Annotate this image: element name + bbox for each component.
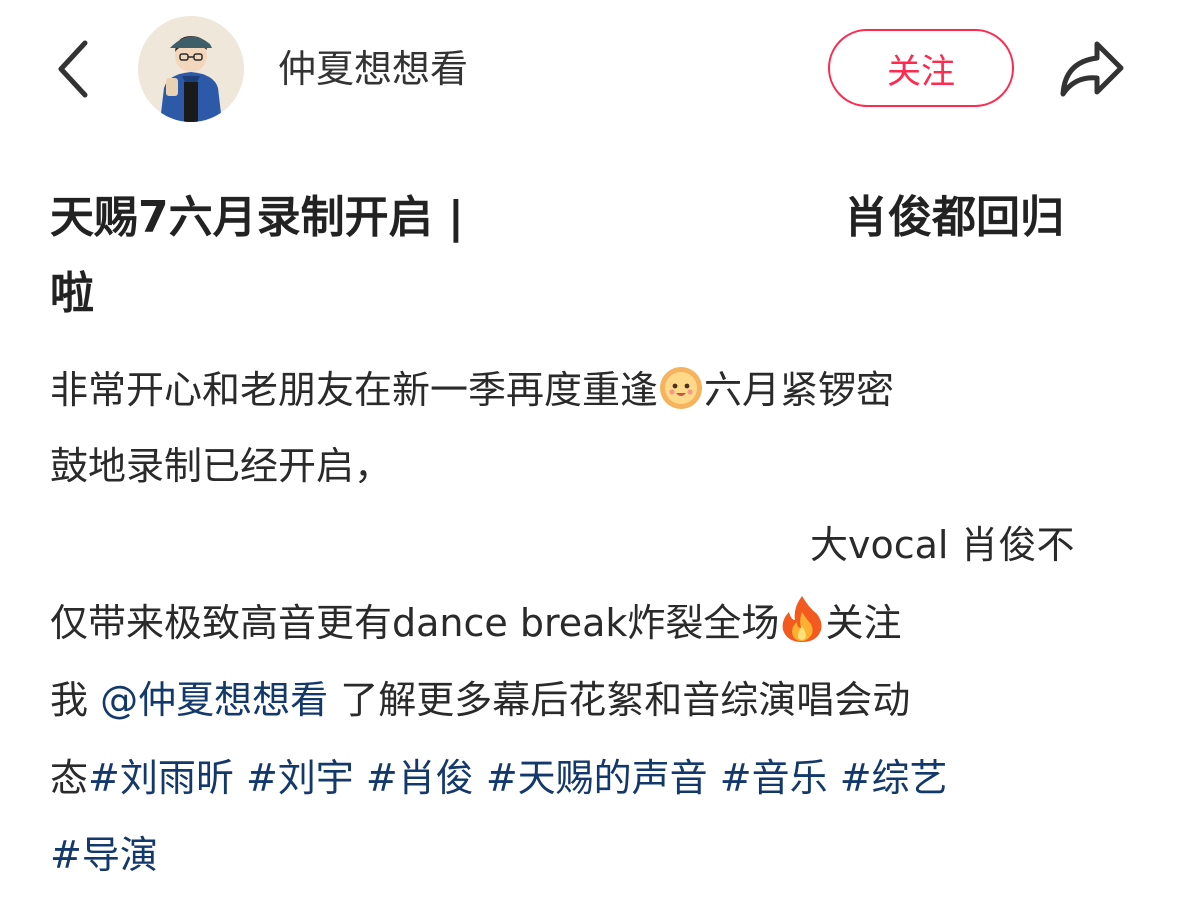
body-text-segment: 鼓地录制已经开启，	[50, 444, 393, 488]
hashtag-link[interactable]: #刘宇	[246, 756, 354, 800]
body-text-segment: 关注	[825, 601, 902, 645]
follow-button[interactable]: 关注	[828, 29, 1014, 107]
body-text-segment: 了解更多幕后花絮和音综演唱会动	[340, 678, 911, 722]
hashtag-link[interactable]: #导演	[50, 833, 158, 877]
body-text-segment: 我	[50, 678, 89, 722]
body-line-7: #导演	[50, 817, 158, 893]
body-line-5: 我 @仲夏想想看 了解更多幕后花絮和音综演唱会动	[50, 662, 910, 738]
post-header: 仲夏想想看 关注	[0, 0, 1179, 140]
body-text-segment: 非常开心和老朋友在新一季再度重逢	[50, 368, 659, 412]
chevron-left-icon	[58, 40, 88, 98]
share-arrow-icon	[1060, 41, 1124, 97]
title-text-part2: 肖俊都回归	[844, 192, 1064, 243]
hashtag-link[interactable]: #刘雨昕	[88, 756, 234, 800]
user-avatar-illustration	[138, 16, 244, 122]
body-text-segment: 六月紧锣密	[704, 368, 895, 412]
hashtag-link[interactable]: #音乐	[720, 756, 828, 800]
body-line-4: 仅带来极致高音更有dance break炸裂全场 关注	[50, 585, 901, 661]
author-avatar[interactable]	[138, 16, 244, 122]
title-text-part1: 天赐7六月录制开启 |	[50, 192, 465, 243]
body-text-segment: 仅带来极致高音更有dance break炸裂全场	[50, 601, 780, 645]
post-title: 天赐7六月录制开启 | 肖俊都回归 啦	[50, 186, 1130, 319]
title-text-part3: 啦	[50, 268, 94, 319]
body-text-segment: 大vocal 肖俊不	[810, 523, 1075, 567]
hashtag-link[interactable]: #综艺	[840, 756, 948, 800]
body-line-1: 非常开心和老朋友在新一季再度重逢 六月紧锣密	[50, 352, 894, 428]
share-button[interactable]	[1054, 34, 1130, 104]
hashtag-link[interactable]: #天赐的声音	[486, 756, 708, 800]
author-name[interactable]: 仲夏想想看	[278, 44, 468, 94]
body-text-segment: 态	[50, 756, 89, 800]
body-line-2: 鼓地录制已经开启，	[50, 428, 392, 504]
hashtag-link[interactable]: #肖俊	[366, 756, 474, 800]
fire-emoji	[783, 596, 822, 642]
back-button[interactable]	[48, 34, 98, 104]
mention-link[interactable]: @仲夏想想看	[100, 678, 328, 722]
body-line-6: 态#刘雨昕 #刘宇 #肖俊 #天赐的声音 #音乐 #综艺	[50, 740, 948, 816]
smiling-sun-emoji	[660, 367, 703, 409]
body-line-3: 大vocal 肖俊不	[810, 507, 1075, 583]
